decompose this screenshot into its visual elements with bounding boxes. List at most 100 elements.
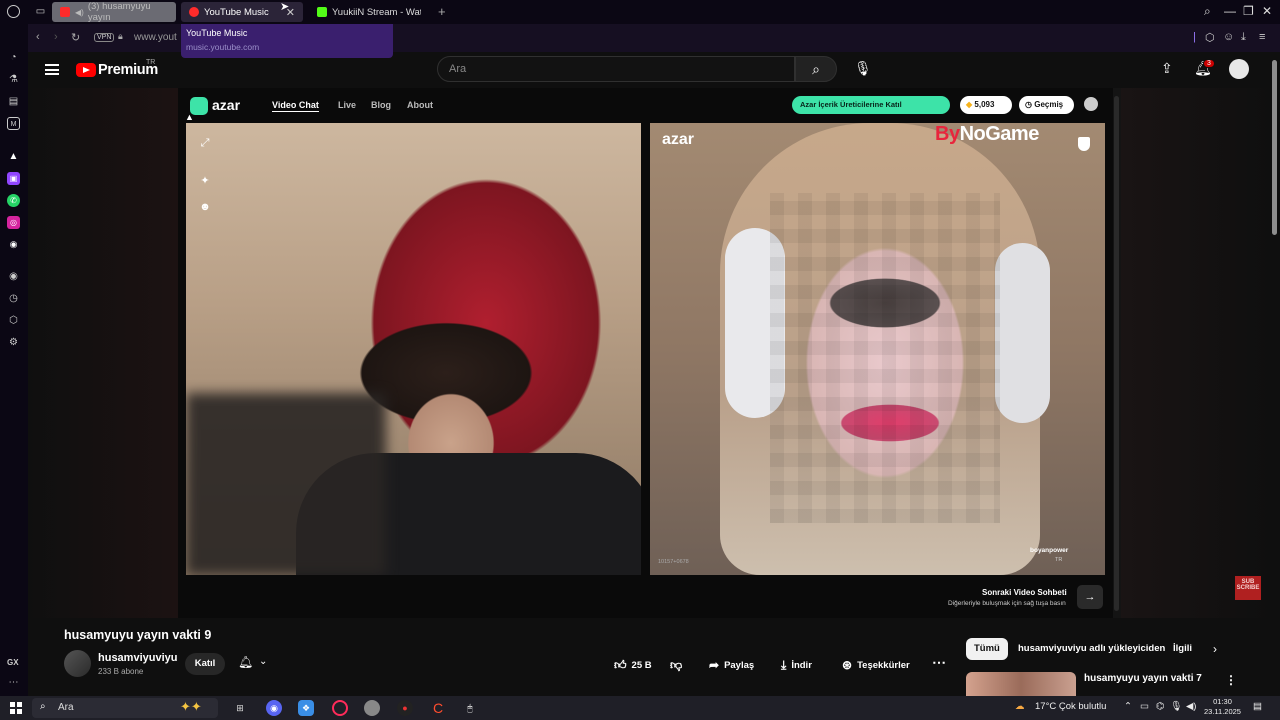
youtube-logo-icon[interactable]	[76, 63, 96, 77]
vpn-badge[interactable]: VPN	[94, 33, 115, 42]
like-button[interactable]: 👍︎ 25 B	[614, 654, 652, 676]
download-icon[interactable]: ⤓	[1241, 31, 1246, 44]
discord-app-icon[interactable]: ◉	[266, 700, 282, 716]
reload-icon[interactable]: ↻	[71, 31, 80, 44]
account-avatar[interactable]	[1229, 59, 1249, 79]
chevron-right-icon[interactable]: ›	[1213, 642, 1217, 656]
more-icon[interactable]: ⋯	[7, 676, 20, 689]
back-icon[interactable]: ‹	[36, 31, 40, 43]
search-tabs-icon[interactable]: ⌕	[1204, 4, 1211, 19]
tab-label: YouTube Music	[204, 6, 269, 18]
scroll-thumb[interactable]	[1114, 96, 1119, 611]
network-icon[interactable]: ⌬	[1156, 701, 1164, 712]
sponsor-prefix: By	[935, 123, 960, 145]
gem-icon: ◆	[966, 100, 973, 109]
bell-icon[interactable]: 🔔︎	[238, 655, 253, 669]
video-scrollbar[interactable]	[1113, 88, 1121, 618]
search-button[interactable]: ⌕	[795, 56, 837, 82]
scroll-thumb[interactable]	[1272, 60, 1277, 235]
speed-dial-icon[interactable]: ◔	[7, 51, 20, 64]
azar-gem-count: ◆ 5,093	[960, 96, 1012, 114]
history-icon[interactable]: ◷	[7, 292, 20, 305]
share-icon: ➦	[709, 658, 720, 672]
tab-islands-icon[interactable]: ▭	[34, 5, 47, 18]
extensions-icon[interactable]: ⬡	[1205, 31, 1215, 44]
chip-related[interactable]: İlgili	[1165, 638, 1199, 660]
next-chat-title: Sonraki Video Sohbeti	[982, 588, 1067, 597]
ambient-left	[28, 88, 178, 618]
dislike-button[interactable]: 👎︎	[670, 654, 682, 676]
recommendation-thumbnail[interactable]	[966, 672, 1076, 696]
chip-all[interactable]: Tümü	[966, 638, 1008, 660]
menu-icon[interactable]	[45, 64, 59, 75]
twitch-icon[interactable]: ▣	[7, 172, 20, 185]
next-arrow-icon: →	[1077, 585, 1103, 609]
recommendation-title[interactable]: husamyuyu yayın vakti 7	[1084, 673, 1202, 684]
expand-icon: ⤢	[200, 137, 210, 149]
player-icon[interactable]: ◉	[7, 270, 20, 283]
news-icon[interactable]: ▤	[7, 95, 20, 108]
instagram-icon[interactable]: ◎	[7, 216, 20, 229]
new-tab-plus-icon[interactable]: +	[438, 4, 446, 19]
notification-center-icon[interactable]: ▤	[1253, 701, 1262, 712]
app-icon[interactable]	[364, 700, 380, 716]
forward-icon[interactable]: ›	[54, 31, 58, 43]
app-icon[interactable]: ●	[397, 700, 413, 716]
opera-logo-icon[interactable]	[7, 5, 20, 18]
close-window-icon[interactable]: ✕	[1262, 4, 1272, 18]
opera-gx-app-icon[interactable]	[332, 700, 348, 716]
mouse-cursor-icon: ➤	[280, 1, 290, 13]
extensions-side-icon[interactable]: ⬡	[7, 314, 20, 327]
mouse-app-icon[interactable]: 🖱︎	[462, 700, 478, 716]
tray-app-icon[interactable]: ▭	[1140, 701, 1149, 712]
page-scrollbar[interactable]	[1270, 52, 1280, 696]
clock-date: 23.11.2025	[1204, 707, 1241, 716]
chip-uploader[interactable]: husamviyuviyu adlı yükleyiciden	[1010, 638, 1173, 660]
menu-icon[interactable]: ≡	[1259, 31, 1265, 43]
taskbar-search[interactable]: ⌕ Ara ✦✦	[32, 698, 218, 718]
app-icon[interactable]: ❖	[298, 700, 314, 716]
subscribe-watermark[interactable]: SUB SCRIBE	[1235, 576, 1261, 600]
search-icon: ⌕	[812, 61, 820, 77]
thanks-button[interactable]: ⊛ Teşekkürler	[842, 654, 910, 676]
weather-icon[interactable]: ☁	[1015, 701, 1025, 712]
join-button[interactable]: Katıl	[185, 653, 225, 675]
gx-control-icon[interactable]: ⚗	[7, 73, 20, 86]
download-button[interactable]: ⤓ İndir	[781, 654, 812, 676]
discord-icon[interactable]: ◉	[7, 238, 20, 251]
kebab-menu-icon[interactable]: ⋮	[1225, 673, 1237, 687]
aria-icon[interactable]: ▲	[7, 150, 20, 163]
minimize-icon[interactable]: —	[1224, 4, 1236, 18]
tab-kick-stream[interactable]: YuukiiN Stream - Watch L	[309, 2, 429, 22]
channel-avatar[interactable]	[64, 650, 91, 677]
lock-icon[interactable]: 🔒︎	[118, 31, 123, 42]
windows-start-icon[interactable]	[10, 702, 22, 714]
azar-profile-icon	[1084, 97, 1098, 111]
search-input[interactable]: Ara	[437, 56, 795, 82]
remote-user: boyanpower	[1030, 547, 1069, 554]
partner-camera: azar ByNoGame boyanpower TR 10157+0678	[650, 123, 1105, 575]
mic-icon[interactable]: 🎙︎	[1170, 701, 1182, 712]
tab-youtube[interactable]: ◀) (3) husamyuyu yayın	[52, 1, 176, 23]
gx-corner-icon[interactable]: M	[7, 117, 20, 130]
chevron-down-icon[interactable]: ⌄	[259, 656, 267, 667]
url-field[interactable]: www.yout	[134, 32, 177, 43]
settings-icon[interactable]: ⚙	[7, 336, 20, 349]
more-actions-icon[interactable]: ⋯	[932, 654, 946, 671]
channel-name[interactable]: husamviyuviyu	[98, 652, 177, 664]
share-button[interactable]: ➦ Paylaş	[709, 654, 754, 676]
microphone-icon[interactable]: 🎙︎	[854, 60, 872, 77]
chevron-up-icon[interactable]: ⌃	[1124, 701, 1132, 712]
video-player[interactable]: azar Video Chat Live Blog About Azar İçe…	[178, 88, 1114, 618]
ambient-right	[1114, 88, 1270, 618]
system-clock[interactable]: 01:30 23.11.2025	[1204, 697, 1241, 717]
volume-icon[interactable]: ◀)	[1186, 701, 1196, 712]
app-icon[interactable]: C	[430, 700, 446, 716]
speaker-icon[interactable]: ◀)	[75, 8, 84, 17]
maximize-icon[interactable]: ❐	[1243, 4, 1254, 18]
whatsapp-icon[interactable]: ✆	[7, 194, 20, 207]
profile-icon[interactable]: ☺	[1223, 31, 1234, 43]
upload-icon[interactable]: ⇪	[1161, 60, 1173, 77]
weather-text[interactable]: 17°C Çok bulutlu	[1035, 701, 1106, 712]
task-view-icon[interactable]: ⊞	[232, 700, 248, 716]
